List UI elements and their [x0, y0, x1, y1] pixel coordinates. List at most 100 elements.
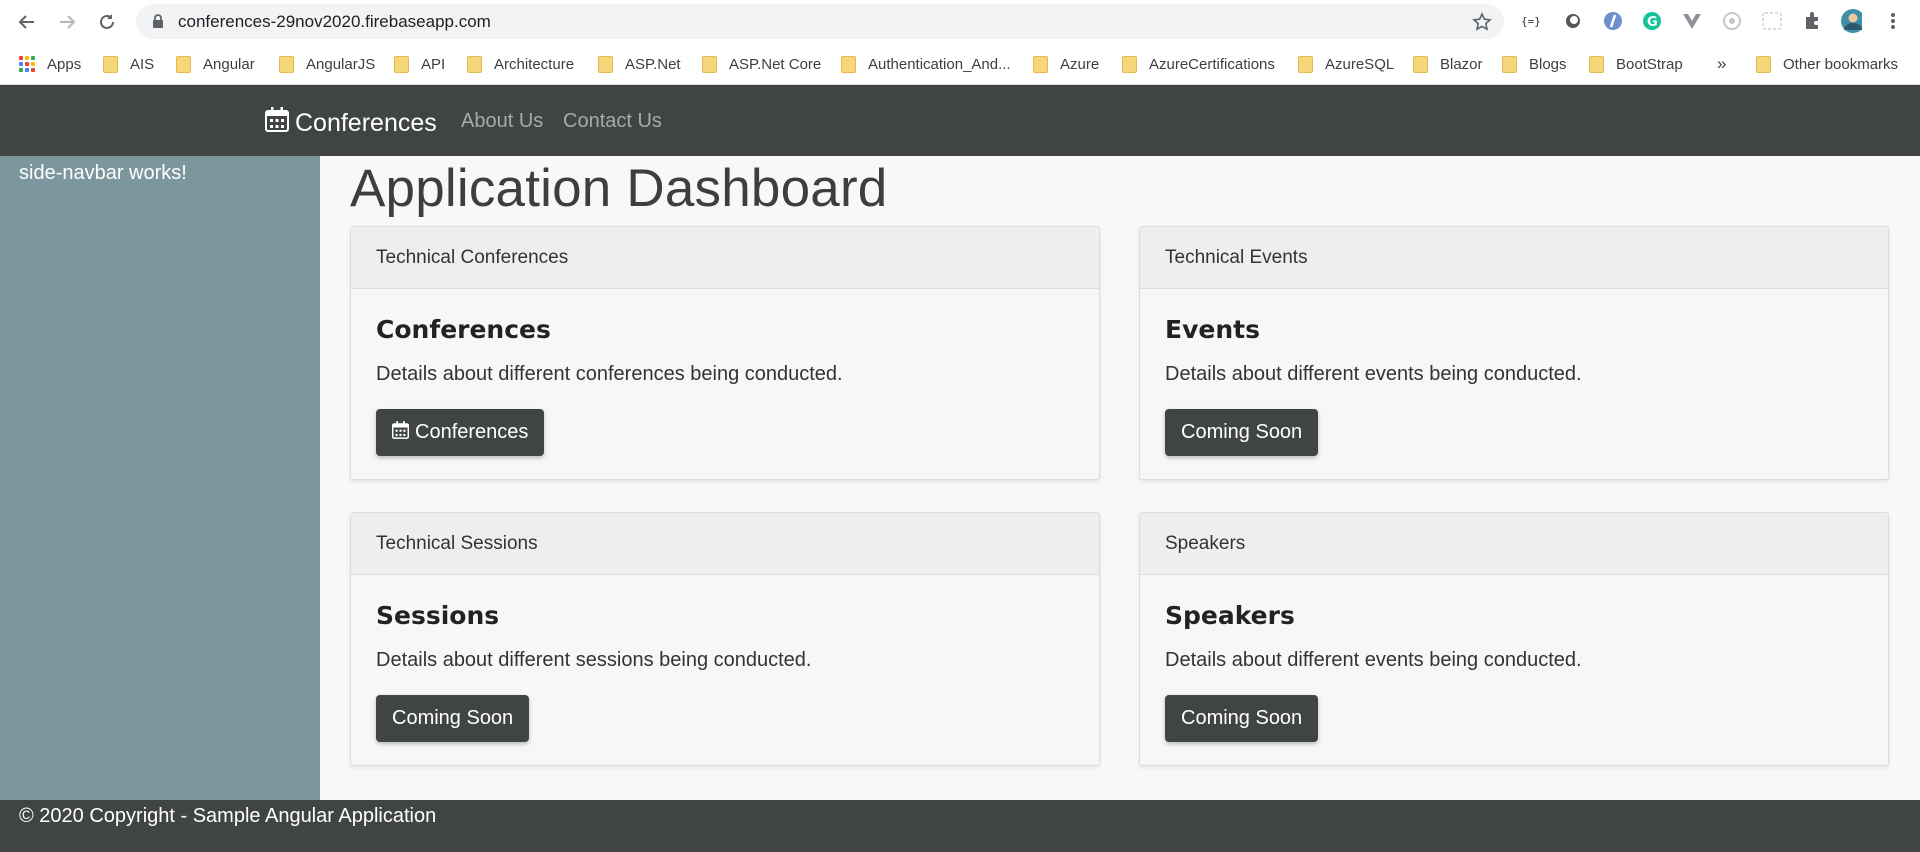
card-technical-sessions: Technical Sessions Sessions Details abou…: [350, 512, 1100, 766]
page-title: Application Dashboard: [350, 159, 888, 218]
extension-icon[interactable]: {=}: [1520, 10, 1542, 32]
side-navbar-text: side-navbar works!: [19, 162, 187, 184]
bookmark-folder[interactable]: API: [394, 53, 445, 75]
bookmark-folder[interactable]: Authentication_And...: [841, 53, 1011, 75]
card-header: Technical Sessions: [351, 513, 1099, 575]
folder-icon: [467, 55, 482, 73]
vue-devtools-icon[interactable]: [1681, 10, 1703, 32]
coming-soon-button[interactable]: Coming Soon: [1165, 409, 1319, 456]
folder-icon: [176, 55, 191, 73]
card-title: Speakers: [1165, 601, 1295, 630]
card-title: Conferences: [376, 315, 551, 344]
bookmark-folder[interactable]: BootStrap: [1589, 53, 1683, 75]
bookmark-label: API: [421, 55, 446, 73]
folder-icon: [1756, 55, 1771, 73]
main-content: Application Dashboard Technical Conferen…: [320, 156, 1920, 800]
menu-kebab-icon[interactable]: [1882, 10, 1904, 32]
grammarly-icon[interactable]: G: [1641, 10, 1663, 32]
nav-link-contact-us[interactable]: Contact Us: [563, 110, 662, 133]
card-header: Technical Events: [1140, 227, 1888, 289]
coming-soon-button[interactable]: Coming Soon: [376, 695, 530, 742]
bookmark-label: AIS: [130, 55, 155, 73]
app-navbar: Conferences About Us Contact Us: [0, 85, 1920, 156]
bookmark-label: Blogs: [1529, 55, 1567, 73]
bookmark-label: AzureCertifications: [1149, 55, 1275, 73]
side-navbar: side-navbar works!: [0, 156, 320, 800]
lock-icon: [152, 14, 164, 33]
folder-icon: [841, 55, 856, 73]
bookmarks-bar: Apps AIS Angular AngularJS API Architect…: [0, 44, 1920, 85]
card-header: Technical Conferences: [351, 227, 1099, 289]
apps-grid-icon: [19, 56, 35, 72]
folder-icon: [1413, 55, 1428, 73]
button-label: Conferences: [415, 421, 529, 443]
bookmark-label: ASP.Net Core: [729, 55, 822, 73]
extension-blue-icon[interactable]: [1602, 10, 1624, 32]
bookmark-folder[interactable]: Azure: [1033, 53, 1099, 75]
coming-soon-button[interactable]: Coming Soon: [1165, 695, 1319, 742]
card-text: Details about different conferences bein…: [376, 363, 843, 385]
bookmark-star-icon[interactable]: [1472, 12, 1492, 37]
card-title: Sessions: [376, 601, 500, 630]
bookmark-label: Azure: [1060, 55, 1100, 73]
profile-avatar-icon[interactable]: [1840, 9, 1862, 33]
extension-square-icon[interactable]: [1761, 10, 1783, 32]
folder-icon: [1033, 55, 1048, 73]
bookmark-folder[interactable]: Blazor: [1413, 53, 1483, 75]
forward-icon[interactable]: [56, 11, 78, 33]
bookmark-label: BootStrap: [1616, 55, 1683, 73]
bookmark-folder[interactable]: AzureCertifications: [1122, 53, 1275, 75]
conferences-button[interactable]: Conferences: [376, 409, 545, 456]
extension-circle-icon[interactable]: [1562, 10, 1584, 32]
bookmark-folder[interactable]: Architecture: [467, 53, 574, 75]
brand-label: Conferences: [295, 108, 437, 137]
folder-icon: [1122, 55, 1137, 73]
footer-copyright: © 2020 Copyright - Sample Angular Applic…: [19, 805, 437, 827]
url-text: conferences-29nov2020.firebaseapp.com: [178, 12, 491, 31]
bookmark-folder[interactable]: ASP.Net: [598, 53, 681, 75]
card-title: Events: [1165, 315, 1260, 344]
address-bar[interactable]: conferences-29nov2020.firebaseapp.com: [136, 4, 1504, 39]
bookmark-folder[interactable]: ASP.Net Core: [702, 53, 821, 75]
card-header: Speakers: [1140, 513, 1888, 575]
bookmark-folder[interactable]: Blogs: [1502, 53, 1567, 75]
bookmark-label: AngularJS: [306, 55, 376, 73]
card-technical-events: Technical Events Events Details about di…: [1139, 226, 1889, 480]
footer: © 2020 Copyright - Sample Angular Applic…: [0, 800, 1920, 852]
bookmark-label: Angular: [203, 55, 255, 73]
folder-icon: [1298, 55, 1313, 73]
folder-icon: [394, 55, 409, 73]
folder-icon: [103, 55, 118, 73]
bookmark-label: Authentication_And...: [868, 55, 1011, 73]
bookmark-label: Other bookmarks: [1783, 55, 1899, 73]
card-text: Details about different sessions being c…: [376, 649, 812, 671]
folder-icon: [598, 55, 613, 73]
bookmark-label: ASP.Net: [625, 55, 681, 73]
browser-toolbar: conferences-29nov2020.firebaseapp.com {=…: [0, 0, 1920, 44]
bookmarks-overflow-button[interactable]: »: [1717, 53, 1726, 75]
bookmark-folder[interactable]: Angular: [176, 53, 255, 75]
back-icon[interactable]: [16, 11, 38, 33]
svg-text:{=}: {=}: [1521, 15, 1541, 28]
folder-icon: [1589, 55, 1604, 73]
card-technical-conferences: Technical Conferences Conferences Detail…: [350, 226, 1100, 480]
svg-text:G: G: [1647, 15, 1658, 30]
bookmark-folder[interactable]: AzureSQL: [1298, 53, 1394, 75]
bookmark-apps[interactable]: Apps: [19, 53, 81, 75]
folder-icon: [702, 55, 717, 73]
bookmark-label: Architecture: [494, 55, 575, 73]
folder-icon: [1502, 55, 1517, 73]
card-text: Details about different events being con…: [1165, 363, 1582, 385]
calendar-icon: [391, 420, 410, 445]
bookmark-folder[interactable]: AngularJS: [279, 53, 375, 75]
bookmark-folder[interactable]: AIS: [103, 53, 154, 75]
folder-icon: [279, 55, 294, 73]
other-bookmarks[interactable]: Other bookmarks: [1756, 53, 1898, 75]
extension-gray-icon[interactable]: [1721, 10, 1743, 32]
nav-link-about-us[interactable]: About Us: [461, 110, 543, 133]
bookmark-label: AzureSQL: [1325, 55, 1395, 73]
reload-icon[interactable]: [96, 11, 118, 33]
navbar-brand[interactable]: Conferences: [265, 107, 437, 139]
puzzle-extensions-icon[interactable]: [1801, 10, 1823, 32]
bookmark-label: Blazor: [1440, 55, 1483, 73]
